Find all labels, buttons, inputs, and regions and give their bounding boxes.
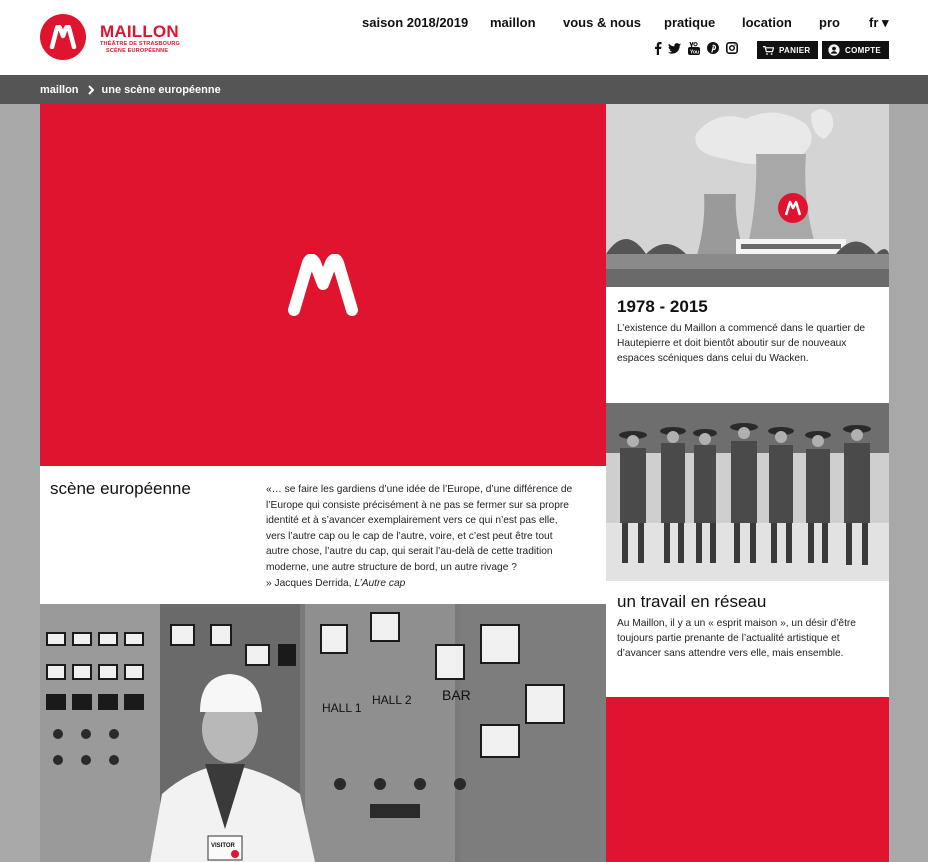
section-title: scène européenne bbox=[50, 479, 191, 498]
hall2-label: HALL 2 bbox=[372, 693, 412, 707]
nav-item-maillon[interactable]: maillon bbox=[490, 15, 536, 30]
nav-item-vous-nous[interactable]: vous & nous bbox=[563, 15, 641, 30]
quote-attribution: » Jacques Derrida, bbox=[266, 577, 352, 589]
breadcrumb: maillon une scène européenne bbox=[0, 75, 928, 104]
brand-name: MAILLON bbox=[100, 22, 179, 41]
card-text-network: Au Maillon, il y a un « esprit maison »,… bbox=[617, 618, 856, 660]
user-icon bbox=[828, 44, 840, 56]
card-title-network[interactable]: un travail en réseau bbox=[617, 592, 766, 612]
logo-mark bbox=[40, 14, 86, 60]
quote-text: «… se faire les gardiens d’une idée de l… bbox=[266, 482, 578, 591]
control-room-image: HALL 1 HALL 2 BAR VISITOR bbox=[40, 604, 606, 862]
breadcrumb-current: une scène européenne bbox=[101, 83, 221, 96]
cart-icon bbox=[763, 45, 774, 55]
pinterest-icon[interactable] bbox=[707, 42, 719, 54]
account-label: COMPTE bbox=[845, 45, 882, 55]
nav-item-saison[interactable]: saison 2018/2019 bbox=[362, 15, 468, 30]
twitter-icon[interactable] bbox=[668, 43, 681, 54]
quote-section: scène européenne «… se faire les gardien… bbox=[40, 466, 606, 604]
hero-banner bbox=[40, 104, 606, 466]
account-button[interactable]: COMPTE bbox=[822, 41, 889, 59]
brand-tagline: SCÈNE EUROPÉENNE bbox=[106, 48, 169, 54]
cart-label: PANIER bbox=[779, 45, 811, 55]
scouts-photo[interactable] bbox=[606, 403, 889, 581]
quote-book-title: L’Autre cap bbox=[354, 577, 406, 589]
youtube-icon[interactable]: You bbox=[688, 42, 700, 55]
facebook-icon[interactable] bbox=[654, 42, 662, 55]
site-header: MAILLON THÉÂTRE DE STRASBOURG SCÈNE EURO… bbox=[0, 0, 928, 75]
card-title-history[interactable]: 1978 - 2015 bbox=[617, 297, 708, 317]
red-block bbox=[606, 697, 889, 862]
m-logo-icon bbox=[288, 254, 358, 316]
right-column: 1978 - 2015 L’existence du Maillon a com… bbox=[606, 104, 889, 862]
instagram-icon[interactable] bbox=[726, 42, 738, 54]
social-links: You bbox=[654, 42, 744, 58]
nav-item-location[interactable]: location bbox=[742, 15, 792, 30]
nav-item-pratique[interactable]: pratique bbox=[664, 15, 715, 30]
card-text-history: L’existence du Maillon a commencé dans l… bbox=[617, 323, 866, 365]
bar-label: BAR bbox=[442, 687, 471, 703]
visitor-badge-label: VISITOR bbox=[211, 843, 236, 849]
power-plant-image bbox=[606, 104, 889, 287]
language-selector[interactable]: fr ▾ bbox=[869, 15, 889, 31]
breadcrumb-root[interactable]: maillon bbox=[40, 84, 79, 96]
main-content: scène européenne «… se faire les gardien… bbox=[0, 104, 928, 862]
scouts-image bbox=[606, 403, 889, 581]
cart-button[interactable]: PANIER bbox=[757, 41, 818, 59]
quote-body: «… se faire les gardiens d’une idée de l… bbox=[266, 484, 573, 573]
nav-item-pro[interactable]: pro bbox=[819, 15, 840, 30]
chevron-right-icon bbox=[87, 84, 94, 95]
svg-text:You: You bbox=[690, 50, 699, 56]
control-room-photo: HALL 1 HALL 2 BAR VISITOR bbox=[40, 604, 606, 862]
m-logo-icon bbox=[49, 25, 77, 49]
site-logo[interactable]: MAILLON THÉÂTRE DE STRASBOURG SCÈNE EURO… bbox=[40, 14, 180, 62]
power-plant-photo[interactable] bbox=[606, 104, 889, 287]
hall1-label: HALL 1 bbox=[322, 701, 362, 715]
brand-subtitle: THÉÂTRE DE STRASBOURG bbox=[100, 41, 180, 47]
